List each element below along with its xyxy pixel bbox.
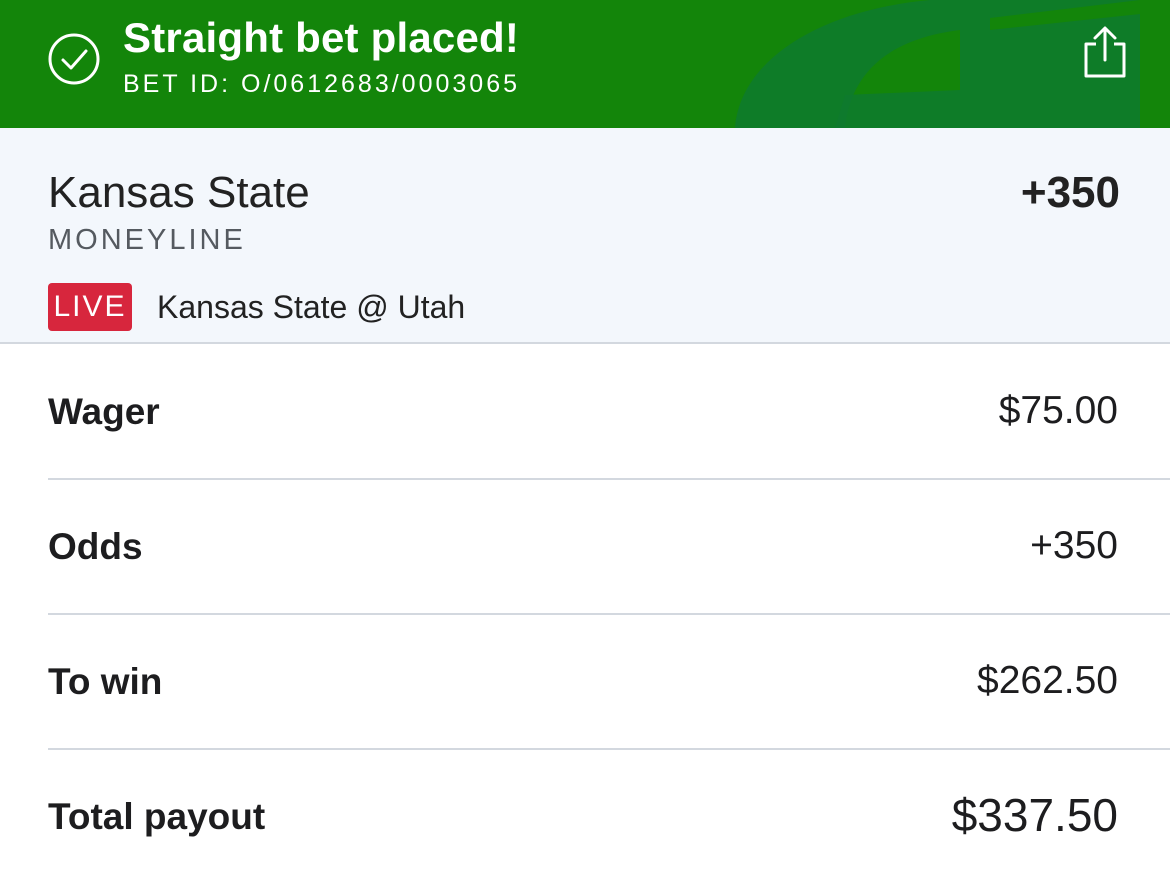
market-type: MONEYLINE xyxy=(48,224,246,256)
to-win-row: To win $262.50 xyxy=(48,615,1170,750)
to-win-label: To win xyxy=(48,661,163,702)
total-payout-value: $337.50 xyxy=(951,789,1118,841)
wager-row: Wager $75.00 xyxy=(48,345,1170,480)
live-badge: LIVE xyxy=(48,283,132,331)
total-payout-row: Total payout $337.50 xyxy=(48,750,1170,885)
wager-value: $75.00 xyxy=(998,389,1118,432)
odds-label: Odds xyxy=(48,526,143,567)
wager-label: Wager xyxy=(48,391,160,432)
confirmation-title: Straight bet placed! xyxy=(123,14,520,61)
selection-odds: +350 xyxy=(1020,168,1120,217)
check-circle-icon xyxy=(48,33,100,85)
odds-value: +350 xyxy=(1030,524,1118,567)
bet-selection: Kansas State +350 MONEYLINE LIVE Kansas … xyxy=(0,128,1170,344)
odds-row: Odds +350 xyxy=(48,480,1170,615)
selection-team: Kansas State xyxy=(48,168,310,217)
bet-id: BET ID: O/0612683/0003065 xyxy=(123,70,520,98)
event-name: Kansas State @ Utah xyxy=(157,289,466,325)
confirmation-header: Straight bet placed! BET ID: O/0612683/0… xyxy=(0,0,1170,128)
share-icon[interactable] xyxy=(1079,24,1131,82)
to-win-value: $262.50 xyxy=(977,659,1118,702)
total-payout-label: Total payout xyxy=(48,796,266,837)
